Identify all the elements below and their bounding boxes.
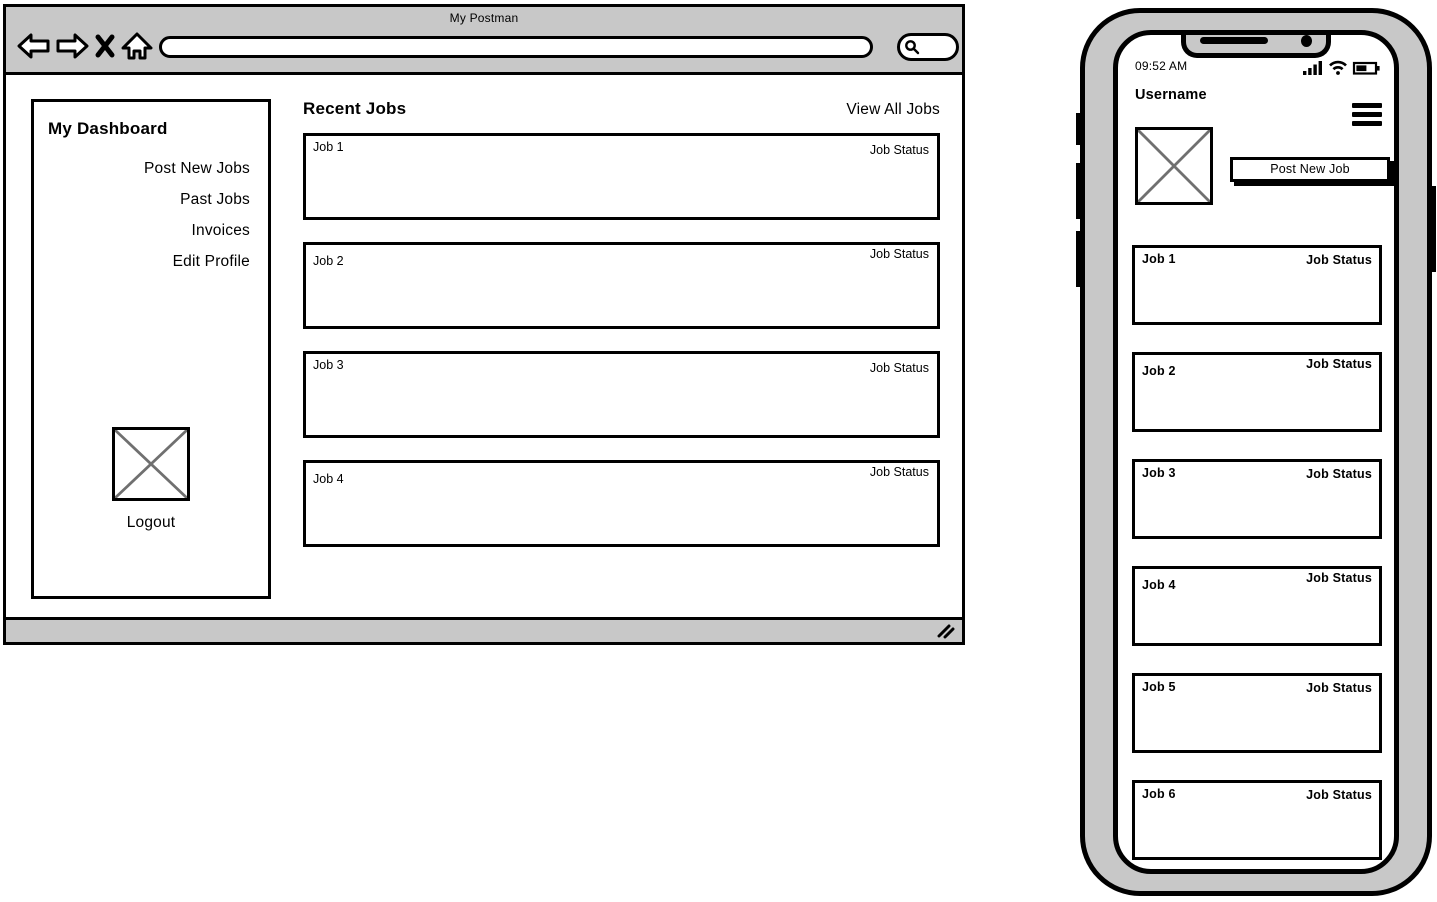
browser-window: My Postman My Dashboard Post New Jobs Pa…: [3, 4, 965, 645]
sidebar-item-edit-profile[interactable]: Edit Profile: [34, 253, 250, 271]
window-status-bar: [6, 617, 962, 642]
phone-volume-up-button[interactable]: [1076, 163, 1082, 219]
job-name: Job 4: [1142, 578, 1176, 592]
logout-block: Logout: [34, 427, 268, 532]
recent-jobs-section: Recent Jobs View All Jobs Job 1 Job Stat…: [303, 99, 940, 569]
search-input[interactable]: [897, 33, 959, 61]
image-placeholder-icon: [1138, 130, 1210, 202]
job-name: Job 3: [1142, 466, 1176, 480]
table-row[interactable]: Job 3 Job Status: [303, 351, 940, 438]
job-name: Job 2: [313, 254, 344, 268]
sidebar-nav: Post New Jobs Past Jobs Invoices Edit Pr…: [34, 160, 250, 284]
section-title: Recent Jobs: [303, 99, 407, 118]
job-name: Job 5: [1142, 680, 1176, 694]
recent-jobs-header: Recent Jobs View All Jobs: [303, 99, 940, 133]
phone-status-bar: 09:52 AM: [1118, 59, 1394, 126]
phone-power-button[interactable]: [1430, 186, 1436, 272]
status-badge: Job Status: [1306, 253, 1372, 267]
logout-button[interactable]: Logout: [34, 514, 268, 532]
status-badge: Job Status: [869, 247, 929, 261]
list-item[interactable]: Job 6 Job Status: [1132, 780, 1382, 860]
camera-icon: [1301, 35, 1312, 47]
phone-silent-switch[interactable]: [1076, 113, 1082, 145]
phone-mockup: 09:52 AM Username Post New Job Job 1 Job…: [1076, 8, 1436, 896]
post-new-job-button[interactable]: Post New Job: [1230, 157, 1390, 182]
close-x-icon[interactable]: [94, 31, 116, 61]
url-input[interactable]: [159, 36, 873, 58]
magnifier-icon: [905, 40, 920, 55]
cellular-signal-icon: [1303, 61, 1322, 75]
resize-grip-icon[interactable]: [936, 623, 956, 639]
arrow-right-icon[interactable]: [55, 31, 89, 61]
status-badge: Job Status: [869, 465, 929, 479]
job-name: Job 3: [313, 358, 344, 372]
phone-volume-down-button[interactable]: [1076, 231, 1082, 287]
status-badge: Job Status: [869, 143, 929, 157]
browser-toolbar: My Postman: [6, 7, 962, 75]
list-item[interactable]: Job 2 Job Status: [1132, 352, 1382, 432]
clock-label: 09:52 AM: [1135, 59, 1188, 73]
page-content: My Dashboard Post New Jobs Past Jobs Inv…: [6, 75, 962, 614]
status-badge: Job Status: [1306, 571, 1372, 585]
job-name: Job 6: [1142, 787, 1176, 801]
table-row[interactable]: Job 1 Job Status: [303, 133, 940, 220]
speaker-icon: [1200, 37, 1268, 44]
sidebar-item-post-new-jobs[interactable]: Post New Jobs: [34, 160, 250, 178]
view-all-jobs-link[interactable]: View All Jobs: [846, 101, 940, 119]
sidebar-item-invoices[interactable]: Invoices: [34, 222, 250, 240]
hamburger-menu-icon[interactable]: [1352, 103, 1382, 126]
status-badge: Job Status: [1306, 467, 1372, 481]
window-title: My Postman: [449, 11, 519, 25]
image-placeholder-icon[interactable]: [112, 427, 190, 501]
status-badge: Job Status: [1306, 788, 1372, 802]
status-badge: Job Status: [1306, 681, 1372, 695]
status-icons-group: [1303, 60, 1380, 75]
table-row[interactable]: Job 4 Job Status: [303, 460, 940, 547]
list-item[interactable]: Job 3 Job Status: [1132, 459, 1382, 539]
phone-notch: [1181, 35, 1331, 58]
job-name: Job 4: [313, 472, 344, 486]
sidebar: My Dashboard Post New Jobs Past Jobs Inv…: [31, 99, 271, 599]
table-row[interactable]: Job 2 Job Status: [303, 242, 940, 329]
status-badge: Job Status: [1306, 357, 1372, 371]
phone-screen: 09:52 AM Username Post New Job Job 1 Job…: [1113, 30, 1399, 874]
status-badge: Job Status: [869, 361, 929, 375]
page-title: My Dashboard: [48, 119, 168, 138]
avatar[interactable]: [1135, 127, 1213, 205]
wifi-icon: [1329, 60, 1347, 75]
job-name: Job 1: [1142, 252, 1176, 266]
arrow-left-icon[interactable]: [17, 31, 51, 61]
list-item[interactable]: Job 5 Job Status: [1132, 673, 1382, 753]
username-label: Username: [1135, 87, 1207, 103]
list-item[interactable]: Job 1 Job Status: [1132, 245, 1382, 325]
battery-icon: [1352, 61, 1380, 75]
sidebar-item-past-jobs[interactable]: Past Jobs: [34, 191, 250, 209]
job-name: Job 2: [1142, 364, 1176, 378]
phone-jobs-list: Job 1 Job Status Job 2 Job Status Job 3 …: [1132, 245, 1382, 869]
job-name: Job 1: [313, 140, 344, 154]
list-item[interactable]: Job 4 Job Status: [1132, 566, 1382, 646]
home-icon[interactable]: [120, 31, 154, 61]
